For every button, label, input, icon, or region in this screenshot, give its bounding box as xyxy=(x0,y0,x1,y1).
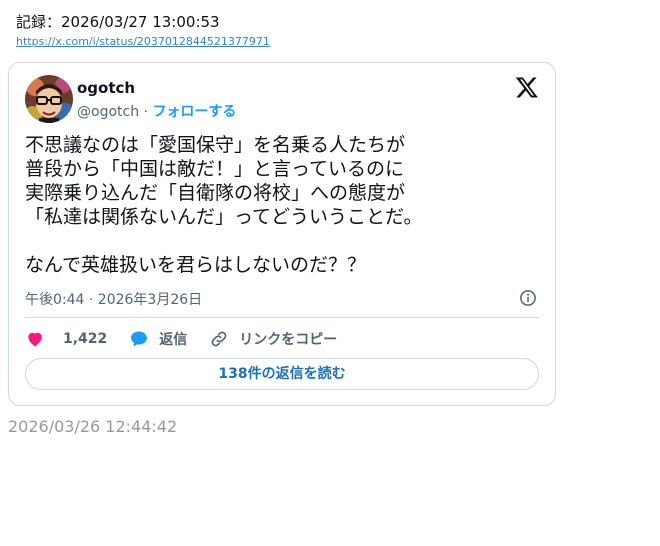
tweet-line: 実際乗り込んだ「自衛隊の将校」への態度が xyxy=(25,182,406,204)
tweet-line: 不思議なのは「愛国保守」を名乗る人たちが xyxy=(25,134,406,156)
tweet-line: 普段から「中国は敵だ！」と言っているのに xyxy=(25,158,405,180)
separator: · xyxy=(143,104,148,120)
like-count: 1,422 xyxy=(63,331,108,347)
read-replies-button[interactable]: 138件の返信を読む xyxy=(25,358,539,390)
reply-label: 返信 xyxy=(159,332,188,348)
x-logo-icon[interactable] xyxy=(515,75,539,99)
tweet-text: 不思議なのは「愛国保守」を名乗る人たちが 普段から「中国は敵だ！」と言っているの… xyxy=(25,133,545,277)
copy-link-button[interactable]: リンクをコピー xyxy=(209,329,337,349)
copy-link-label: リンクをコピー xyxy=(239,332,338,348)
record-link[interactable]: https://x.com/i/status/20370128445213779… xyxy=(16,35,270,48)
info-icon[interactable] xyxy=(519,289,537,307)
avatar[interactable] xyxy=(25,75,73,123)
reply-button[interactable]: 返信 xyxy=(129,329,187,349)
follow-button[interactable]: フォローする xyxy=(152,104,236,120)
author-name[interactable]: ogotch xyxy=(77,79,135,97)
link-icon xyxy=(211,331,227,347)
tweet-line: 「私達は関係ないんだ」ってどういうことだ。 xyxy=(25,206,423,228)
like-button[interactable]: 1,422 xyxy=(25,329,107,349)
tweet-card: ogotch @ogotch · フォローする 不思議なのは「愛国保守」を名乗る… xyxy=(8,62,556,406)
tweet-line: なんで英雄扱いを君らはしないのだ？？ xyxy=(25,254,367,276)
archive-date: 2026/03/26 12:44:42 xyxy=(8,417,178,436)
author-handle[interactable]: @ogotch xyxy=(77,104,139,120)
handle-row: @ogotch · フォローする xyxy=(77,101,236,121)
tweet-timestamp[interactable]: 午後0:44 · 2026年3月26日 xyxy=(25,289,202,309)
record-line: 記録：2026/03/27 13:00:53 xyxy=(16,13,220,31)
avatar-image xyxy=(25,75,73,123)
action-bar: 1,422 返信 リンクをコピー xyxy=(25,329,359,349)
divider xyxy=(25,317,539,318)
heart-icon xyxy=(28,332,42,347)
speech-bubble-icon xyxy=(131,331,148,347)
